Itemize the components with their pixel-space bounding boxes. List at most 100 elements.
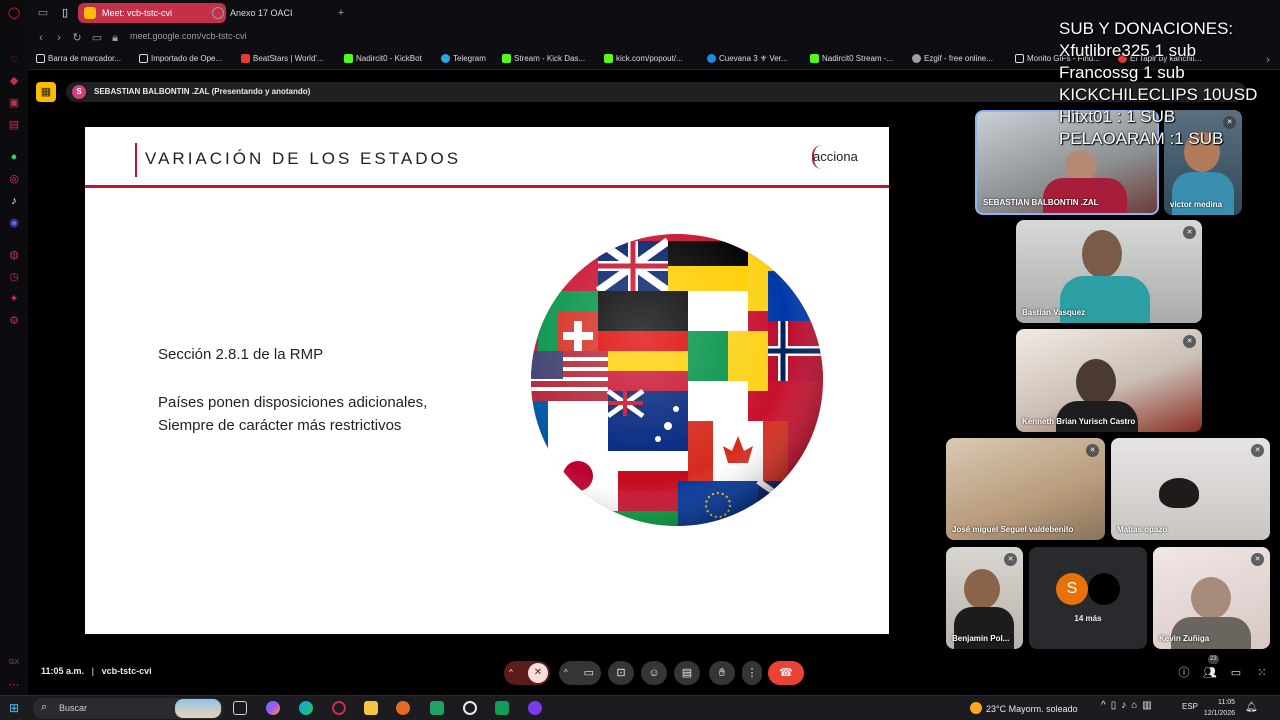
taskbar-search[interactable]: ⌕ Buscar (33, 698, 223, 719)
back-icon[interactable]: ‹ (34, 31, 48, 45)
participant-tile[interactable]: ✕ Kenneth Brian Yurisch Castro (1016, 329, 1202, 432)
slide: VARIACIÓN DE LOS ESTADOS acciona Sección… (85, 127, 889, 634)
opera-logo-icon[interactable]: ◯ (7, 6, 21, 20)
bookmarks-overflow-icon[interactable]: › (1261, 53, 1275, 67)
participant-face (1191, 577, 1231, 619)
bookmark-item[interactable]: BeatStars | World'... (241, 54, 324, 63)
telegram-icon (441, 54, 450, 63)
language-indicator[interactable]: ESP (1182, 702, 1198, 711)
bookmark-item[interactable]: kick.com/popout/... (604, 54, 683, 63)
bookmark-item[interactable]: Importado de Ope... (139, 54, 222, 63)
tab-meet[interactable]: Meet: vcb-tstc-cvi (78, 3, 226, 23)
reload-icon[interactable]: ↻ (70, 31, 84, 45)
overlay-line: KICKCHILECLIPS 10USD (1059, 85, 1258, 104)
participant-tile[interactable]: ✕ Kevin Zuñiga (1153, 547, 1270, 649)
extensions-icon[interactable]: ✦ (7, 292, 21, 306)
notes-icon[interactable]: ▤ (7, 118, 21, 132)
workspace-icon[interactable]: ◆ (7, 74, 21, 88)
activities-button[interactable]: ⁙ (1252, 661, 1272, 685)
participant-tile[interactable]: ✕ José miguel Seguel valdebenito (946, 438, 1105, 540)
edge-icon[interactable] (299, 701, 313, 715)
url-field[interactable]: meet.google.com/vcb-tstc-cvi (130, 31, 247, 41)
store-icon[interactable] (495, 701, 509, 715)
slide-text-line: Siempre de carácter más restrictivos (158, 417, 402, 434)
raise-hand-button[interactable]: ✋︎ (709, 661, 735, 685)
presentation-icon[interactable]: ▦ (36, 82, 56, 102)
people-button[interactable]: 👥︎ 23 (1200, 655, 1220, 685)
sun-icon (970, 702, 982, 714)
bookmark-item[interactable]: Stream - Kick Das... (502, 54, 585, 63)
more-options-button[interactable]: ⋮ (742, 661, 762, 685)
aria-icon[interactable]: ◌ (7, 52, 21, 66)
camera-button[interactable]: ^ ▭ (559, 661, 601, 685)
chat-button[interactable]: ▭ (1226, 661, 1246, 685)
player-icon[interactable]: ◍ (7, 248, 21, 262)
meet-controls-bar: 11:05 a.m. | vcb-tstc-cvi ^ ✕ ^ ▭ ⊡ ☺ ▤ … (28, 655, 1280, 695)
slide-title: VARIACIÓN DE LOS ESTADOS (145, 149, 462, 168)
bookmark-item[interactable]: Ezgif - free online... (912, 54, 993, 63)
bookmark-item[interactable]: Telegram (441, 54, 486, 63)
meeting-details-button[interactable]: ⓘ (1174, 661, 1194, 685)
camera-icon[interactable]: ▭ (90, 31, 104, 45)
forward-icon[interactable]: › (52, 31, 66, 45)
windows-start-icon[interactable]: ⊞ (9, 701, 23, 715)
participant-face (1076, 359, 1116, 405)
search-label: Buscar (59, 703, 88, 713)
bookmark-tab-icon[interactable]: ▯ (58, 6, 72, 20)
people-icon: 👥︎ (1203, 667, 1217, 679)
chrome-profile-icon[interactable] (528, 701, 542, 715)
participant-tile[interactable]: ✕ Bastian Vasquez (1016, 220, 1202, 323)
gx-icon[interactable]: GX (7, 656, 21, 670)
app-icon[interactable] (430, 701, 444, 715)
tiktok-icon[interactable]: ♪ (7, 194, 21, 208)
bookmark-item[interactable]: Cuevana 3 ⚜ Ver... (707, 54, 788, 63)
overlay-line: Xfutlibre325 1 sub (1059, 41, 1197, 60)
history-icon[interactable]: ◷ (7, 270, 21, 284)
bookmark-item[interactable]: Barra de marcador... (36, 54, 121, 63)
mic-off-icon: ✕ (528, 663, 548, 683)
clock-date: 12/1/2026 (1203, 710, 1235, 717)
emoji-button[interactable]: ☺ (641, 661, 667, 685)
bookmark-item[interactable]: Nadircit0 - KickBot (344, 54, 422, 63)
chevron-up-icon: ^ (564, 668, 568, 677)
more-icon[interactable]: ⋯ (7, 678, 21, 692)
new-tab-icon[interactable]: + (334, 6, 348, 20)
cuevana-icon (707, 54, 716, 63)
tab-menu-icon[interactable]: ▭ (36, 6, 50, 20)
acciona-logo: acciona (813, 149, 858, 164)
present-button[interactable]: ⊡ (608, 661, 634, 685)
bookmark-item[interactable]: Nadircit0 Stream -... (810, 54, 893, 63)
clock-app-icon[interactable] (463, 701, 477, 715)
messenger-icon[interactable]: ▣ (7, 96, 21, 110)
captions-button[interactable]: ▤ (674, 661, 700, 685)
kick-icon (344, 54, 353, 63)
participant-face (1082, 230, 1122, 278)
task-view-icon[interactable] (233, 701, 247, 715)
system-tray-icons[interactable]: ^▯♪⌂▥ (1101, 700, 1157, 711)
opera-sidebar: ◯ ◌ ◆ ▣ ▤ ● ◎ ♪ ◉ ◍ ◷ ✦ ⚙ GX ⋯ (0, 0, 28, 695)
vlc-icon[interactable] (396, 701, 410, 715)
participant-tile[interactable]: ✕ Matias opazo (1111, 438, 1270, 540)
opera-gx-icon[interactable] (332, 701, 346, 715)
lock-icon[interactable]: 🔒︎ (108, 31, 122, 45)
taskbar-clock[interactable]: 11:05 12/1/2026 (1203, 697, 1235, 719)
kick-icon (502, 54, 511, 63)
instagram-icon[interactable]: ◎ (7, 172, 21, 186)
weather-widget[interactable]: 23°C Mayorm. soleado (970, 702, 1078, 714)
discord-icon[interactable]: ◉ (7, 216, 21, 230)
apps-grid-icon: ⁙ (1257, 667, 1267, 679)
notification-bell-icon[interactable]: 🔔︎ (1245, 702, 1258, 713)
tab-anexo[interactable]: Anexo 17 OACI (206, 3, 326, 23)
beatstars-icon (241, 54, 250, 63)
mic-options-button[interactable]: ^ ✕ (504, 661, 550, 685)
page-icon (1015, 54, 1024, 63)
chevron-up-icon: ^ (509, 668, 513, 677)
participant-tile[interactable]: ✕ Benjamin Pol... (946, 547, 1023, 649)
more-participants-tile[interactable]: S 14 más (1029, 547, 1147, 649)
end-call-button[interactable]: ☎︎ (768, 661, 804, 685)
whatsapp-icon[interactable]: ● (7, 150, 21, 164)
settings-gear-icon[interactable]: ⚙ (7, 314, 21, 328)
file-explorer-icon[interactable] (364, 701, 378, 715)
copilot-icon[interactable] (266, 701, 280, 715)
present-screen-icon: ⊡ (616, 667, 626, 679)
